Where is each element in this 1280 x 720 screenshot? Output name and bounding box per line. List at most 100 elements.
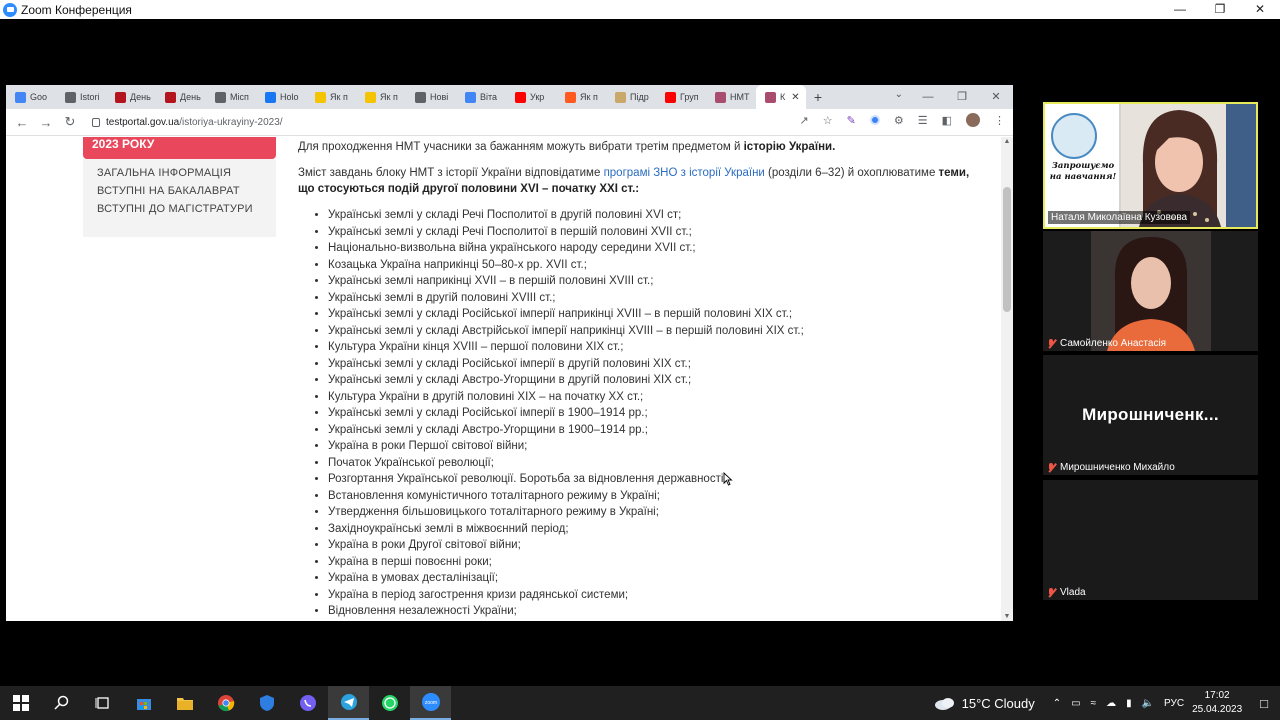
tab-favicon-icon — [665, 91, 676, 103]
sidebar-item-bachelor[interactable]: ВСТУПНІ НА БАКАЛАВРАТ — [83, 185, 276, 203]
browser-minimize-button[interactable]: — — [911, 85, 945, 109]
browser-restore-button[interactable]: ❐ — [945, 85, 979, 109]
browser-tab[interactable]: Як п — [556, 85, 606, 109]
topic-list-item: Україна в умовах десталінізації; — [328, 570, 978, 587]
topic-list-item: Українські землі у складі Австро-Угорщин… — [328, 422, 978, 439]
cloud-icon — [934, 698, 954, 710]
topic-list-item: Українські землі у складі Австро-Угорщин… — [328, 372, 978, 389]
browser-tab[interactable]: Місп — [206, 85, 256, 109]
viber-icon[interactable] — [287, 686, 328, 720]
topic-list-item: Розгортання Української революції. Борот… — [328, 471, 978, 488]
browser-tab[interactable]: Підр — [606, 85, 656, 109]
browser-tab[interactable]: Istori — [56, 85, 106, 109]
browser-tab[interactable]: Goo — [6, 85, 56, 109]
wifi-icon[interactable]: ≈ — [1091, 698, 1097, 709]
page-scrollbar[interactable]: ▲ ▼ — [1001, 137, 1013, 621]
topic-list-item: Україна в перші повоєнні роки; — [328, 554, 978, 571]
browser-tab[interactable]: Holo — [256, 85, 306, 109]
topic-list-item: Україна в період загострення кризи радян… — [328, 587, 978, 604]
windows-start-icon[interactable] — [0, 686, 41, 720]
reading-list-icon[interactable]: ☰ — [918, 114, 928, 127]
forward-arrow-icon[interactable]: → — [34, 115, 58, 130]
restore-button[interactable]: ❐ — [1200, 0, 1240, 19]
browser-close-button[interactable]: ✕ — [979, 85, 1013, 109]
reload-icon[interactable]: ↻ — [58, 114, 82, 130]
browser-tab[interactable]: День — [106, 85, 156, 109]
scope-text: Зміст завдань блоку НМТ з історії Україн… — [298, 167, 604, 179]
topic-list-item: Національно-визвольна війна українського… — [328, 240, 978, 257]
topic-list-item: Українські землі у складі Речі Посполито… — [328, 207, 978, 224]
sidebar-item-master[interactable]: ВСТУПНІ ДО МАГІСТРАТУРИ — [83, 203, 276, 221]
browser-tab[interactable]: Укр — [506, 85, 556, 109]
participant-tile[interactable]: Мирошниченк... Мирошниченко Михайло — [1043, 355, 1258, 475]
system-clock[interactable]: 17:02 25.04.2023 — [1192, 689, 1242, 717]
intro-paragraph: Для проходження НМТ учасники за бажанням… — [298, 139, 978, 155]
share-icon[interactable]: ↗ — [800, 114, 809, 127]
window-controls: — ❐ ✕ — [1160, 0, 1280, 19]
mic-muted-icon — [1047, 462, 1056, 473]
bookmark-star-icon[interactable]: ☆ — [823, 114, 833, 127]
scope-text-2: (розділи 6–32) й охоплюватиме — [764, 167, 939, 179]
side-panel-icon[interactable]: ◧ — [942, 114, 952, 127]
url-host: testportal.gov.ua — [106, 116, 180, 128]
browser-tab[interactable]: Груп — [656, 85, 706, 109]
tray-device-icon[interactable]: ▭ — [1071, 698, 1080, 709]
tab-close-icon[interactable]: ✕ — [791, 92, 799, 103]
tab-favicon-icon — [65, 91, 76, 103]
chevron-down-icon[interactable]: ⌄ — [895, 89, 903, 100]
topic-list-item: Українські землі у складі Російської імп… — [328, 306, 978, 323]
university-banner: Запрошуємо на навчання! — [1045, 104, 1119, 227]
browser-tab[interactable]: Віта — [456, 85, 506, 109]
mic-muted-icon — [1047, 587, 1056, 598]
browser-tab[interactable]: Нові — [406, 85, 456, 109]
security-shield-icon[interactable] — [246, 686, 287, 720]
sidebar-item-general-info[interactable]: ЗАГАЛЬНА ІНФОРМАЦІЯ — [83, 167, 276, 185]
onedrive-cloud-icon[interactable]: ☁ — [1106, 698, 1116, 709]
topic-list-item: Українські землі у складі Речі Посполито… — [328, 224, 978, 241]
close-button[interactable]: ✕ — [1240, 0, 1280, 19]
scroll-up-icon[interactable]: ▲ — [1001, 138, 1013, 145]
mic-icon[interactable]: ▮ — [1126, 698, 1132, 709]
weather-widget[interactable]: 15°C Cloudy — [934, 696, 1035, 711]
new-tab-button[interactable]: + — [806, 89, 830, 105]
search-icon[interactable] — [41, 686, 82, 720]
participant-tile[interactable]: Самойленко Анастасія — [1043, 231, 1258, 351]
tab-label: Місп — [230, 92, 249, 102]
input-language[interactable]: РУС — [1164, 698, 1184, 709]
participant-tile[interactable]: Vlada — [1043, 480, 1258, 600]
tab-label: Istori — [80, 92, 100, 102]
telegram-icon[interactable] — [328, 686, 369, 720]
puzzle-extensions-icon[interactable]: ⚙ — [894, 114, 904, 127]
file-explorer-icon[interactable] — [164, 686, 205, 720]
profile-avatar-icon[interactable] — [966, 113, 980, 127]
task-view-icon[interactable] — [82, 686, 123, 720]
chrome-icon[interactable] — [205, 686, 246, 720]
participant-tile-speaker[interactable]: Запрошуємо на навчання! Наталя Миколаївн… — [1043, 102, 1258, 229]
chevron-up-icon[interactable]: ⌃ — [1053, 698, 1061, 709]
participant-name: Наталя Миколаївна Кузовова — [1048, 211, 1191, 224]
store-icon[interactable] — [123, 686, 164, 720]
browser-tab[interactable]: НМТ — [706, 85, 756, 109]
zoom-app-icon[interactable]: zoom — [410, 686, 451, 720]
minimize-button[interactable]: — — [1160, 0, 1200, 19]
browser-tab[interactable]: Як п — [356, 85, 406, 109]
scroll-thumb[interactable] — [1003, 187, 1011, 312]
more-menu-icon[interactable]: ⋮ — [994, 114, 1005, 127]
notifications-icon[interactable]: □ — [1260, 696, 1268, 711]
tab-favicon-icon — [215, 91, 226, 103]
banner-invite-text: Запрошуємо на навчання! — [1049, 161, 1117, 182]
scroll-down-icon[interactable]: ▼ — [1001, 613, 1013, 620]
whatsapp-icon[interactable] — [369, 686, 410, 720]
topic-list-item: Україна в роки Першої світової війни; — [328, 438, 978, 455]
pen-extension-icon[interactable]: ✎ — [847, 114, 856, 127]
tab-favicon-icon — [165, 91, 176, 103]
back-arrow-icon[interactable]: ← — [10, 115, 34, 130]
browser-tab[interactable]: К ✕ — [756, 85, 806, 109]
tab-favicon-icon — [465, 91, 476, 103]
volume-icon[interactable]: 🔈 — [1142, 698, 1154, 709]
browser-tab[interactable]: Як п — [306, 85, 356, 109]
browser-tab[interactable]: День — [156, 85, 206, 109]
address-bar[interactable]: testportal.gov.ua/istoriya-ukrayiny-2023… — [92, 111, 802, 133]
program-link[interactable]: програмі ЗНО з історії України — [604, 167, 765, 179]
extension-circle-icon[interactable] — [869, 115, 880, 125]
